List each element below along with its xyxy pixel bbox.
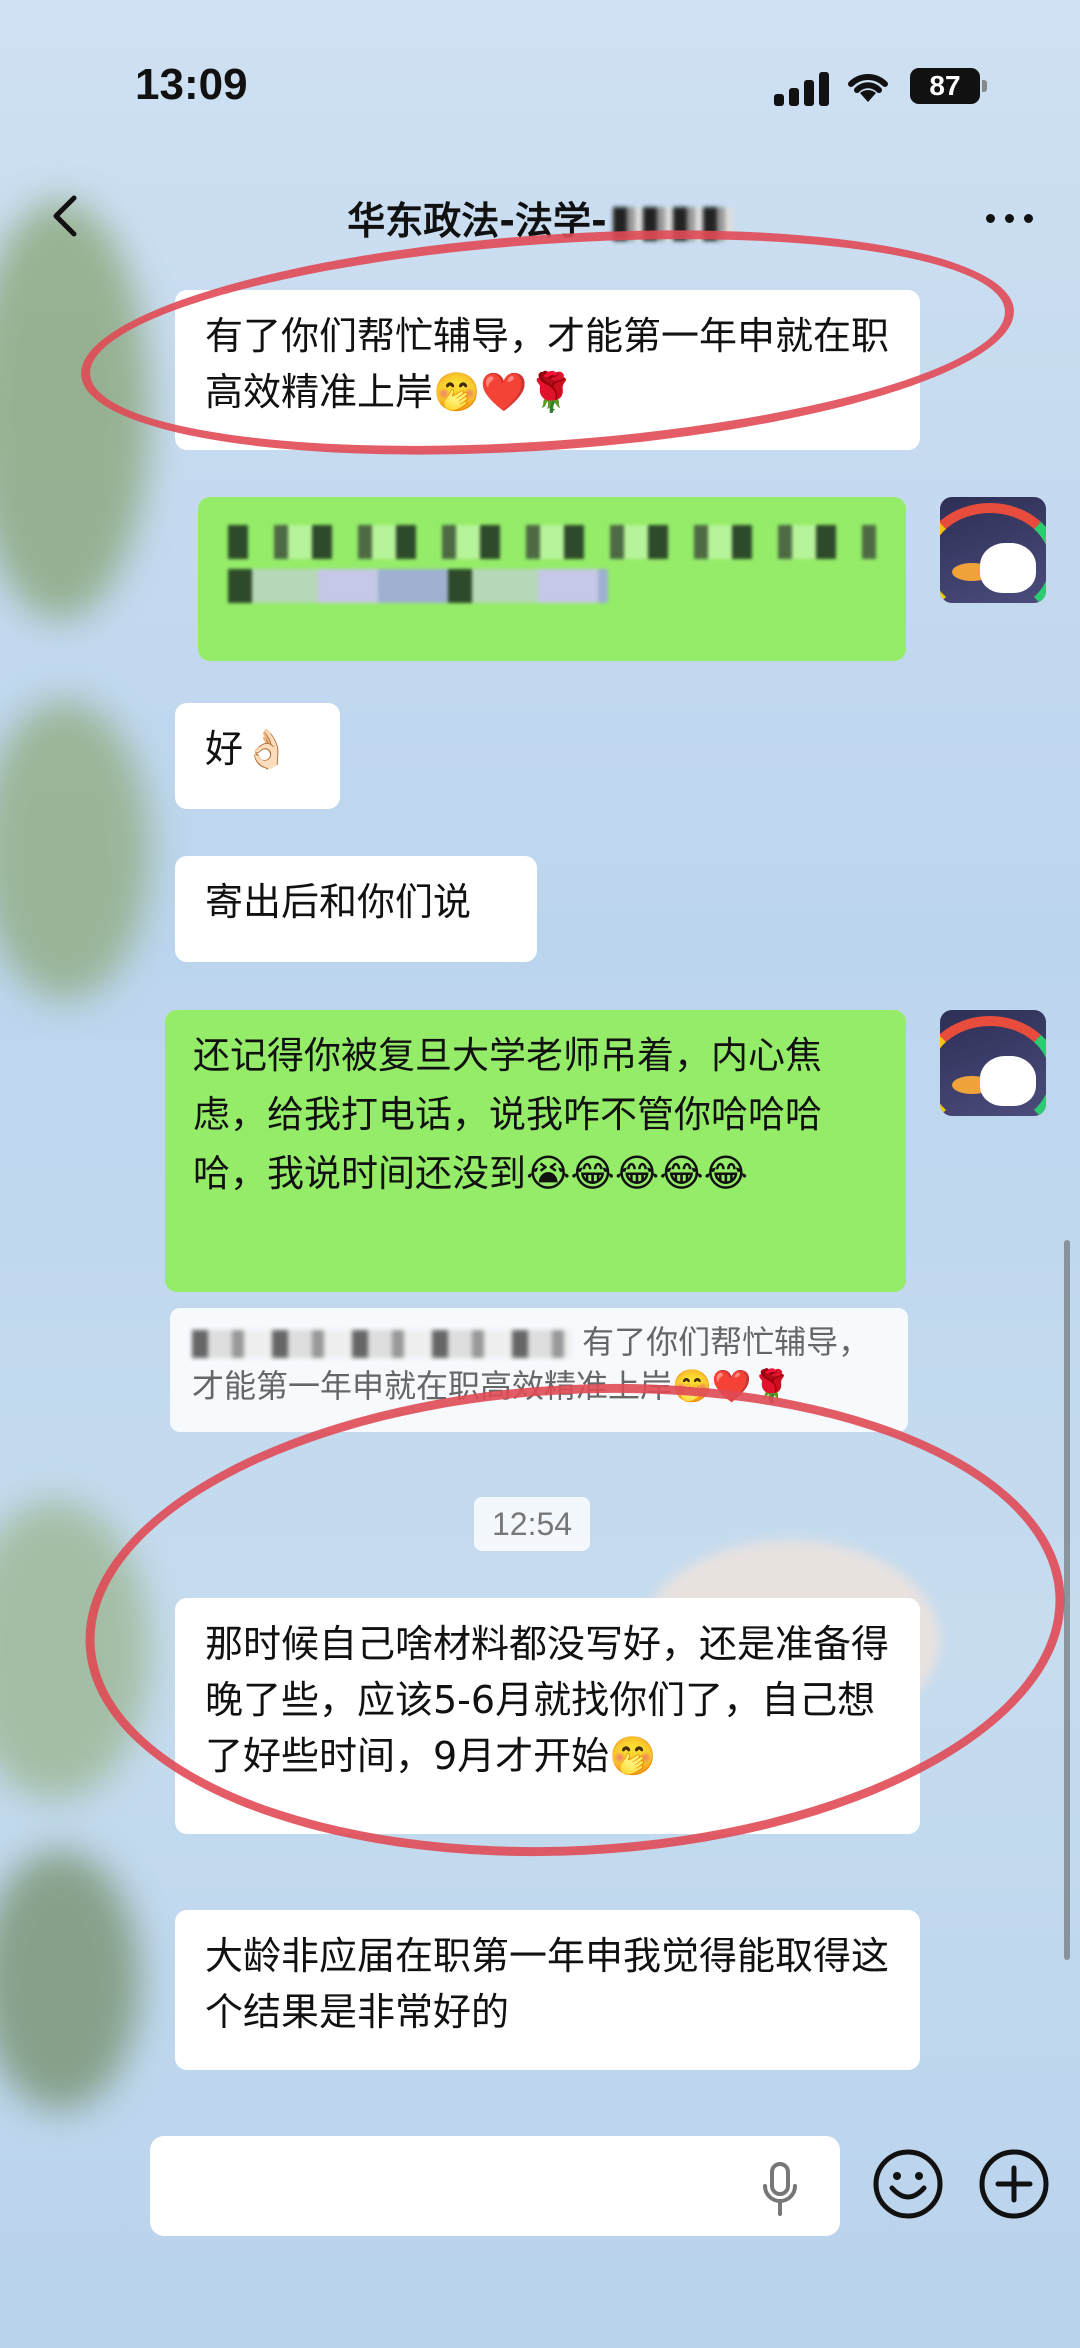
status-time: 13:09 [135, 60, 248, 109]
message-text: 好 [205, 727, 244, 771]
background-leaf [0, 1850, 140, 2110]
avatar[interactable] [940, 497, 1046, 603]
message-bubble-received: 寄出后和你们说 [175, 856, 537, 962]
message-bubble-received: 大龄非应届在职第一年申我觉得能取得这个结果是非常好的 [175, 1910, 920, 2070]
more-icon[interactable] [980, 192, 1040, 242]
scrollbar[interactable] [1064, 1240, 1070, 1960]
battery-icon: 87 [910, 68, 987, 104]
message-input[interactable] [150, 2136, 840, 2236]
message-emoji: 👌🏻 [243, 727, 291, 771]
message-emoji: 😭😂😂😂😂 [526, 1151, 749, 1195]
message-bubble-sent: 还记得你被复旦大学老师吊着，内心焦虑，给我打电话，说我咋不管你哈哈哈哈，我说时间… [165, 1010, 906, 1292]
status-bar: 13:09 87 [0, 0, 1080, 170]
redacted-text [228, 569, 608, 603]
redacted-text [228, 525, 876, 559]
emoji-icon[interactable] [870, 2146, 946, 2222]
quoted-text: 有了你们帮忙辅导， [582, 1323, 871, 1361]
message-bubble-received: 好👌🏻 [175, 703, 340, 809]
redacted-text [192, 1330, 572, 1358]
message-text: 寄出后和你们说 [205, 880, 472, 924]
message-bubble-sent-redacted [198, 497, 906, 661]
chat-input-bar [0, 2118, 1080, 2348]
avatar[interactable] [940, 1010, 1046, 1116]
background-leaf [0, 700, 150, 1000]
wifi-icon [848, 73, 888, 102]
plus-icon[interactable] [976, 2146, 1052, 2222]
mic-icon[interactable] [760, 2162, 800, 2218]
signal-icon [774, 72, 830, 106]
message-text: 大龄非应届在职第一年申我觉得能取得这个结果是非常好的 [205, 1934, 890, 2034]
